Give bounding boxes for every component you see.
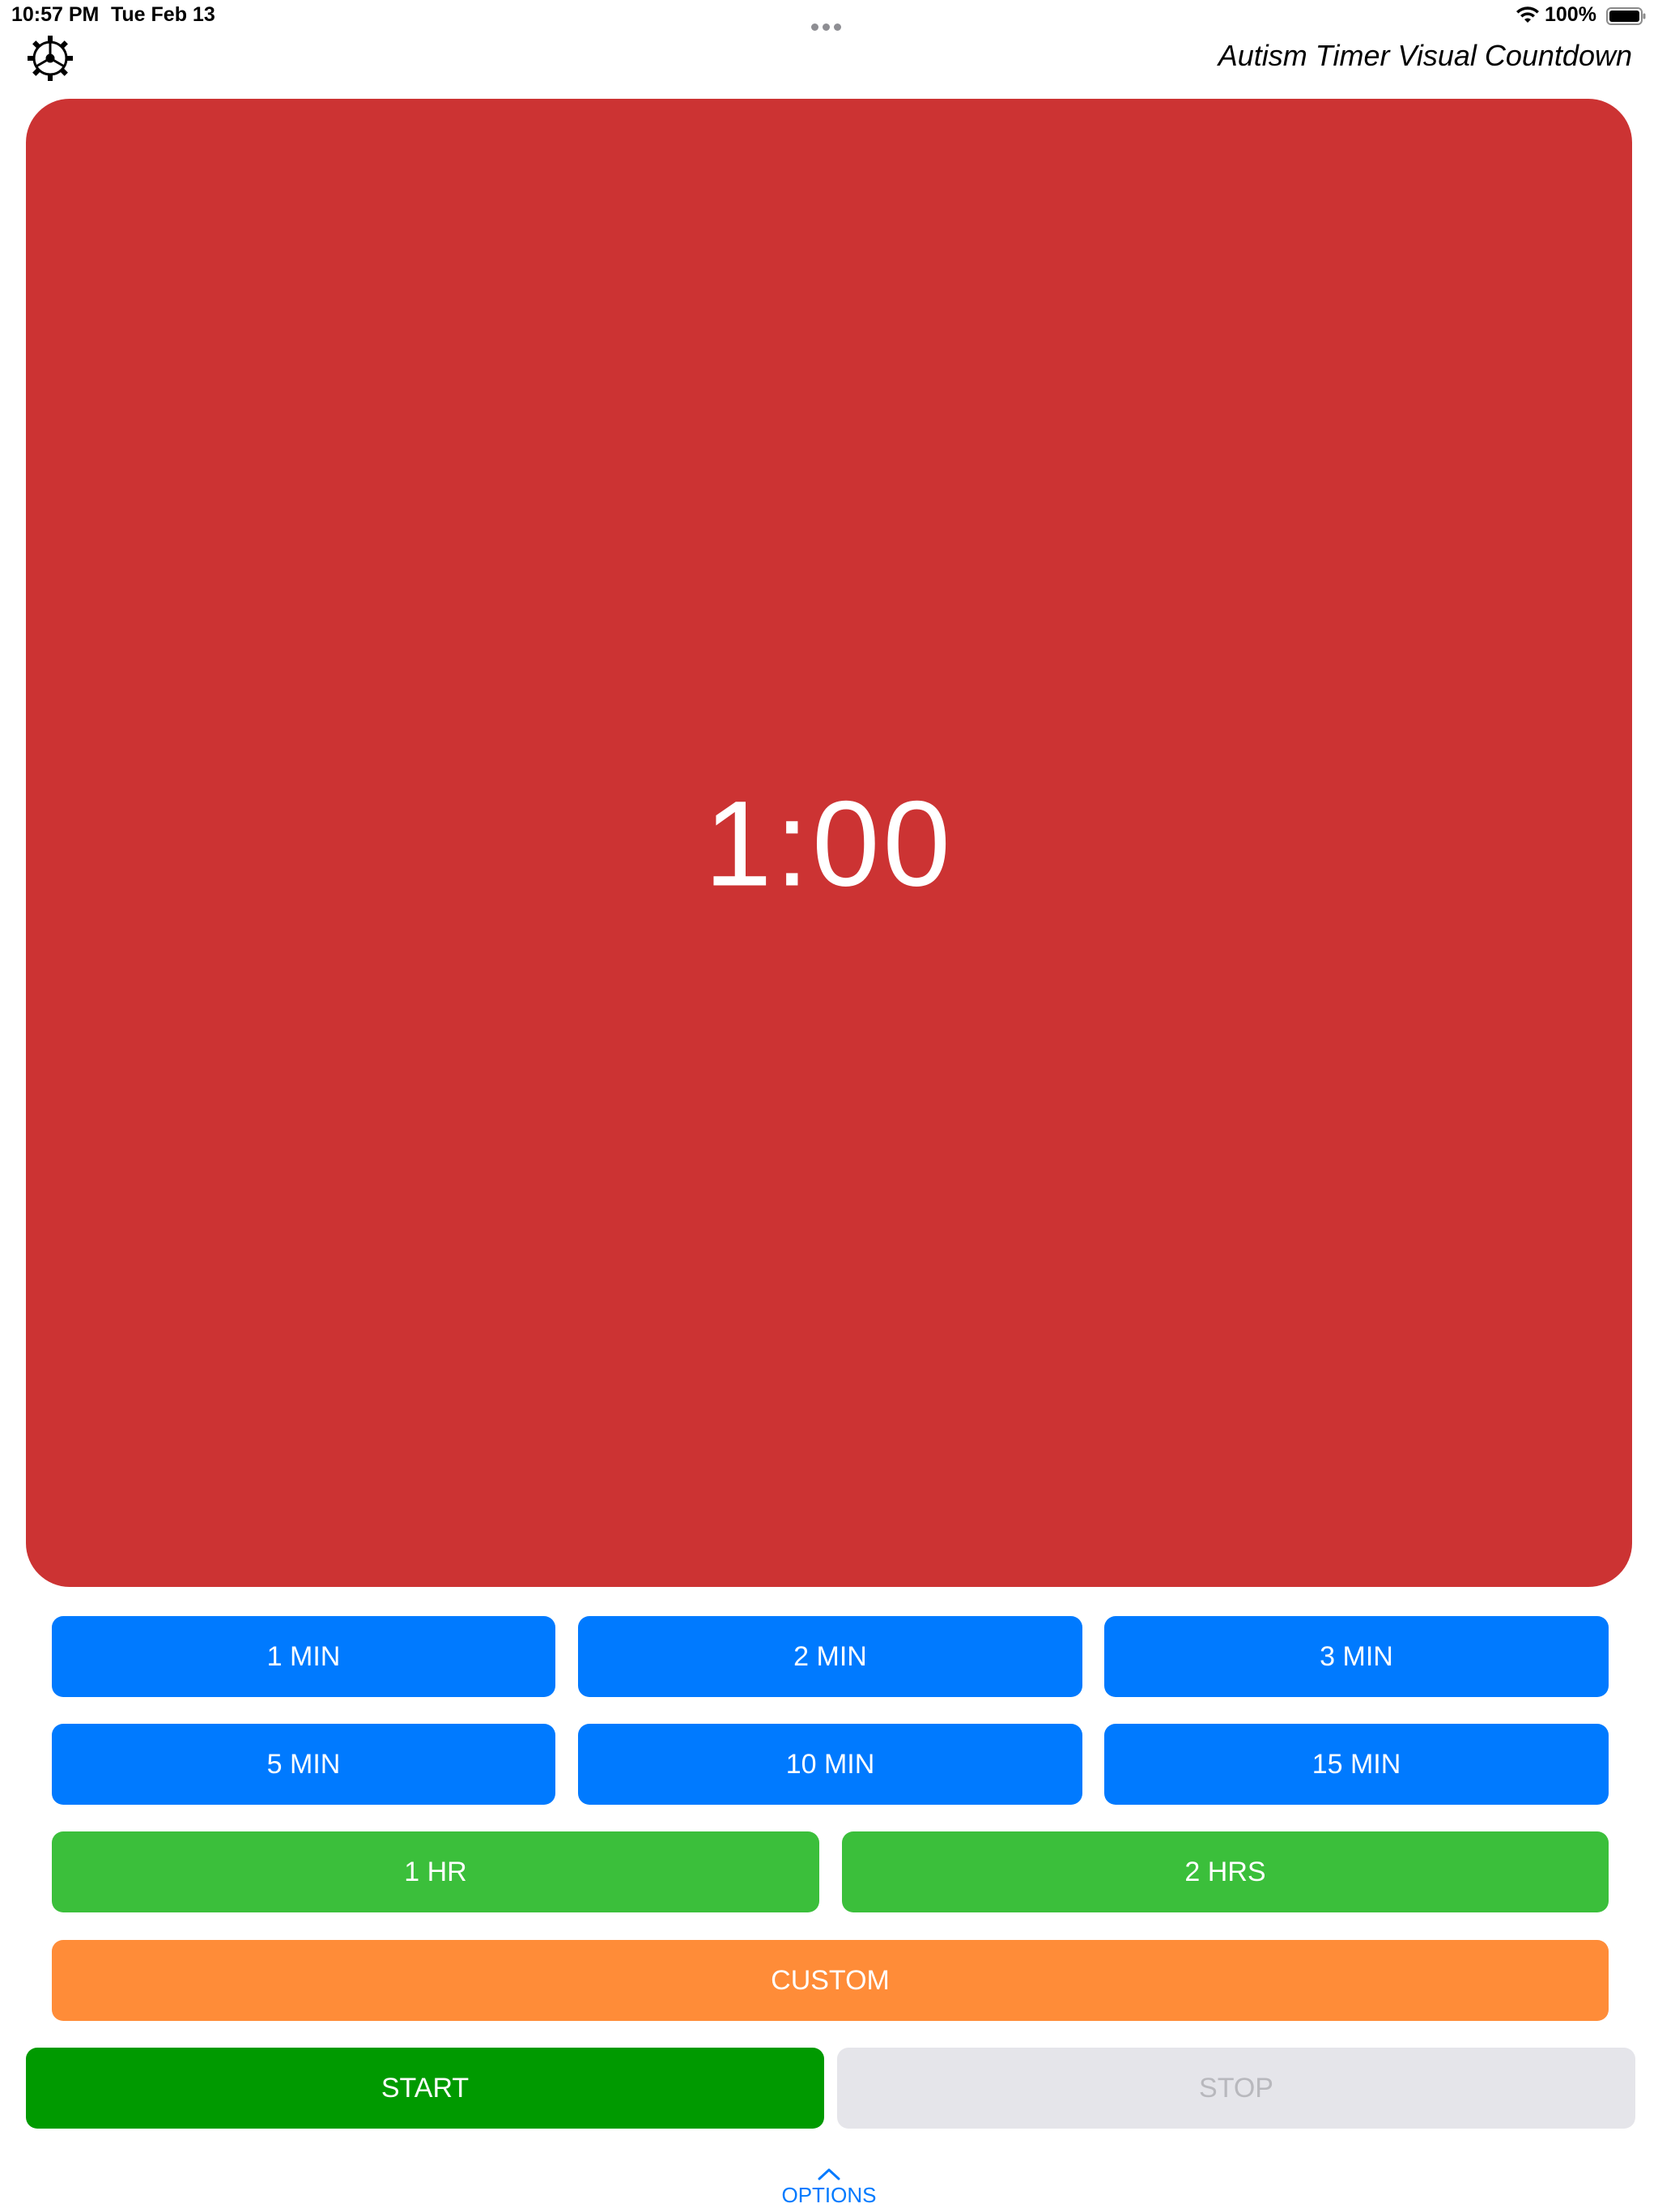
status-date: Tue Feb 13 xyxy=(111,3,215,26)
status-time: 10:57 PM xyxy=(11,3,100,26)
options-label: OPTIONS xyxy=(781,2183,877,2207)
timer-value: 1:00 xyxy=(704,775,954,912)
preset-5-min-button[interactable]: 5 MIN xyxy=(52,1724,555,1805)
wifi-icon xyxy=(1516,6,1539,23)
preset-1-hr-button[interactable]: 1 HR xyxy=(52,1831,819,1912)
options-toggle[interactable]: OPTIONS xyxy=(748,2167,910,2208)
stop-button[interactable]: STOP xyxy=(837,2048,1635,2129)
status-bar: 10:57 PM Tue Feb 13 100% xyxy=(0,0,1658,32)
start-button[interactable]: START xyxy=(26,2048,824,2129)
battery-icon xyxy=(1606,7,1646,25)
preset-15-min-button[interactable]: 15 MIN xyxy=(1104,1724,1609,1805)
settings-gear-icon[interactable] xyxy=(24,32,76,84)
multitask-dots-icon[interactable] xyxy=(811,13,847,31)
app-title: Autism Timer Visual Countdown xyxy=(1218,39,1632,72)
preset-3-min-button[interactable]: 3 MIN xyxy=(1104,1616,1609,1697)
preset-1-min-button[interactable]: 1 MIN xyxy=(52,1616,555,1697)
custom-button[interactable]: CUSTOM xyxy=(52,1940,1609,2021)
app-screen: 10:57 PM Tue Feb 13 100% Autism Timer Vi… xyxy=(0,0,1658,2212)
preset-2-min-button[interactable]: 2 MIN xyxy=(578,1616,1082,1697)
preset-2-hrs-button[interactable]: 2 HRS xyxy=(842,1831,1609,1912)
timer-display: 1:00 xyxy=(26,99,1632,1587)
battery-percentage: 100% xyxy=(1545,3,1596,26)
chevron-up-icon xyxy=(818,2168,840,2180)
preset-10-min-button[interactable]: 10 MIN xyxy=(578,1724,1082,1805)
